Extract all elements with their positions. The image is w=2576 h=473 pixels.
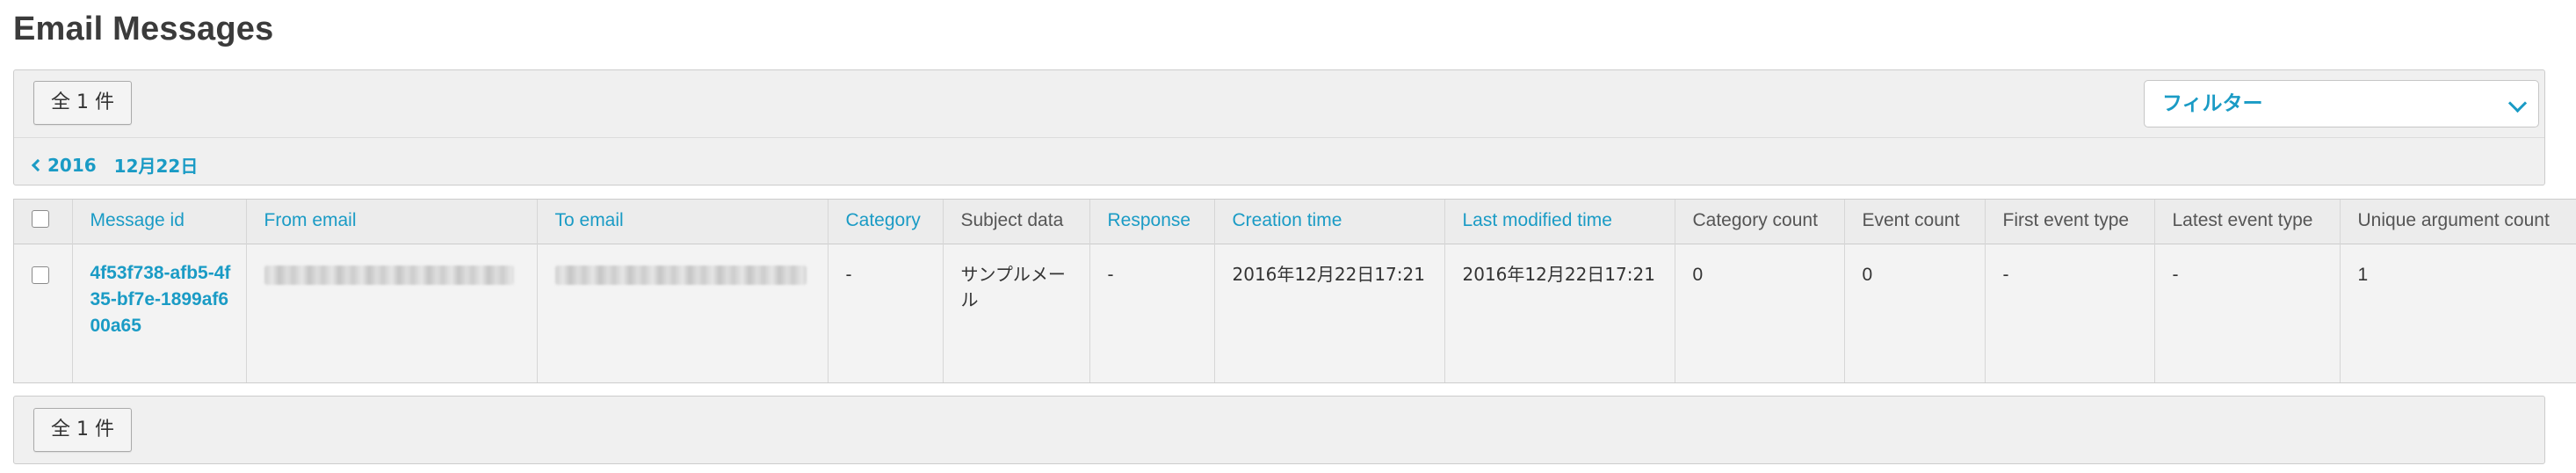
category-count-cell: 0 (1675, 244, 1845, 382)
chevron-down-icon (2507, 93, 2528, 113)
column-header-to-email[interactable]: To email (537, 200, 829, 244)
total-count-button[interactable]: 全 1 件 (33, 81, 132, 125)
redacted-from-email (264, 265, 514, 285)
column-header-last-modified-time[interactable]: Last modified time (1444, 200, 1675, 244)
column-header-category[interactable]: Category (828, 200, 944, 244)
table-row: 4f53f738-afb5-4f35-bf7e-1899af600a65 - サ… (14, 244, 2576, 382)
column-header-first-event-type: First event type (1985, 200, 2155, 244)
total-count-button-bottom[interactable]: 全 1 件 (33, 408, 132, 452)
top-toolbar: 全 1 件 フィルター 2016 12月22日 (13, 69, 2545, 186)
unique-argument-count-cell: 1 (2340, 244, 2576, 382)
column-header-response[interactable]: Response (1089, 200, 1215, 244)
breadcrumb: 2016 12月22日 (31, 152, 199, 178)
page-title: Email Messages (13, 11, 274, 47)
toolbar-divider (14, 137, 2544, 138)
message-id-link[interactable]: 4f53f738-afb5-4f35-bf7e-1899af600a65 (72, 244, 247, 382)
column-header-unique-argument-count: Unique argument count (2340, 200, 2576, 244)
row-checkbox[interactable] (32, 266, 49, 284)
category-cell: - (828, 244, 944, 382)
event-count-cell: 0 (1844, 244, 1986, 382)
messages-table: Message id From email To email Category … (14, 200, 2576, 382)
subject-data-cell: サンプルメール (943, 244, 1090, 382)
latest-event-type-cell: - (2154, 244, 2341, 382)
select-all-checkbox[interactable] (32, 210, 49, 228)
column-header-event-count: Event count (1844, 200, 1986, 244)
redacted-to-email (554, 265, 807, 285)
column-header-message-id[interactable]: Message id (72, 200, 247, 244)
to-email-cell (537, 244, 829, 382)
select-all-cell (14, 200, 73, 244)
row-select-cell (14, 244, 73, 382)
first-event-type-cell: - (1985, 244, 2155, 382)
filter-dropdown[interactable]: フィルター (2144, 80, 2539, 127)
column-header-category-count: Category count (1675, 200, 1845, 244)
response-cell: - (1089, 244, 1215, 382)
chevron-left-icon[interactable] (31, 158, 45, 172)
column-header-subject-data: Subject data (943, 200, 1090, 244)
filter-label: フィルター (2162, 92, 2263, 115)
from-email-cell (246, 244, 538, 382)
column-header-from-email[interactable]: From email (246, 200, 538, 244)
table-header-row: Message id From email To email Category … (14, 200, 2576, 244)
bottom-toolbar: 全 1 件 (13, 396, 2545, 464)
messages-table-container: Message id From email To email Category … (13, 199, 2576, 383)
column-header-latest-event-type: Latest event type (2154, 200, 2341, 244)
creation-time-cell: 2016年12月22日17:21 (1214, 244, 1445, 382)
last-modified-time-cell: 2016年12月22日17:21 (1444, 244, 1675, 382)
column-header-creation-time[interactable]: Creation time (1214, 200, 1445, 244)
breadcrumb-year-link[interactable]: 2016 (47, 155, 97, 176)
breadcrumb-day: 12月22日 (113, 156, 199, 177)
